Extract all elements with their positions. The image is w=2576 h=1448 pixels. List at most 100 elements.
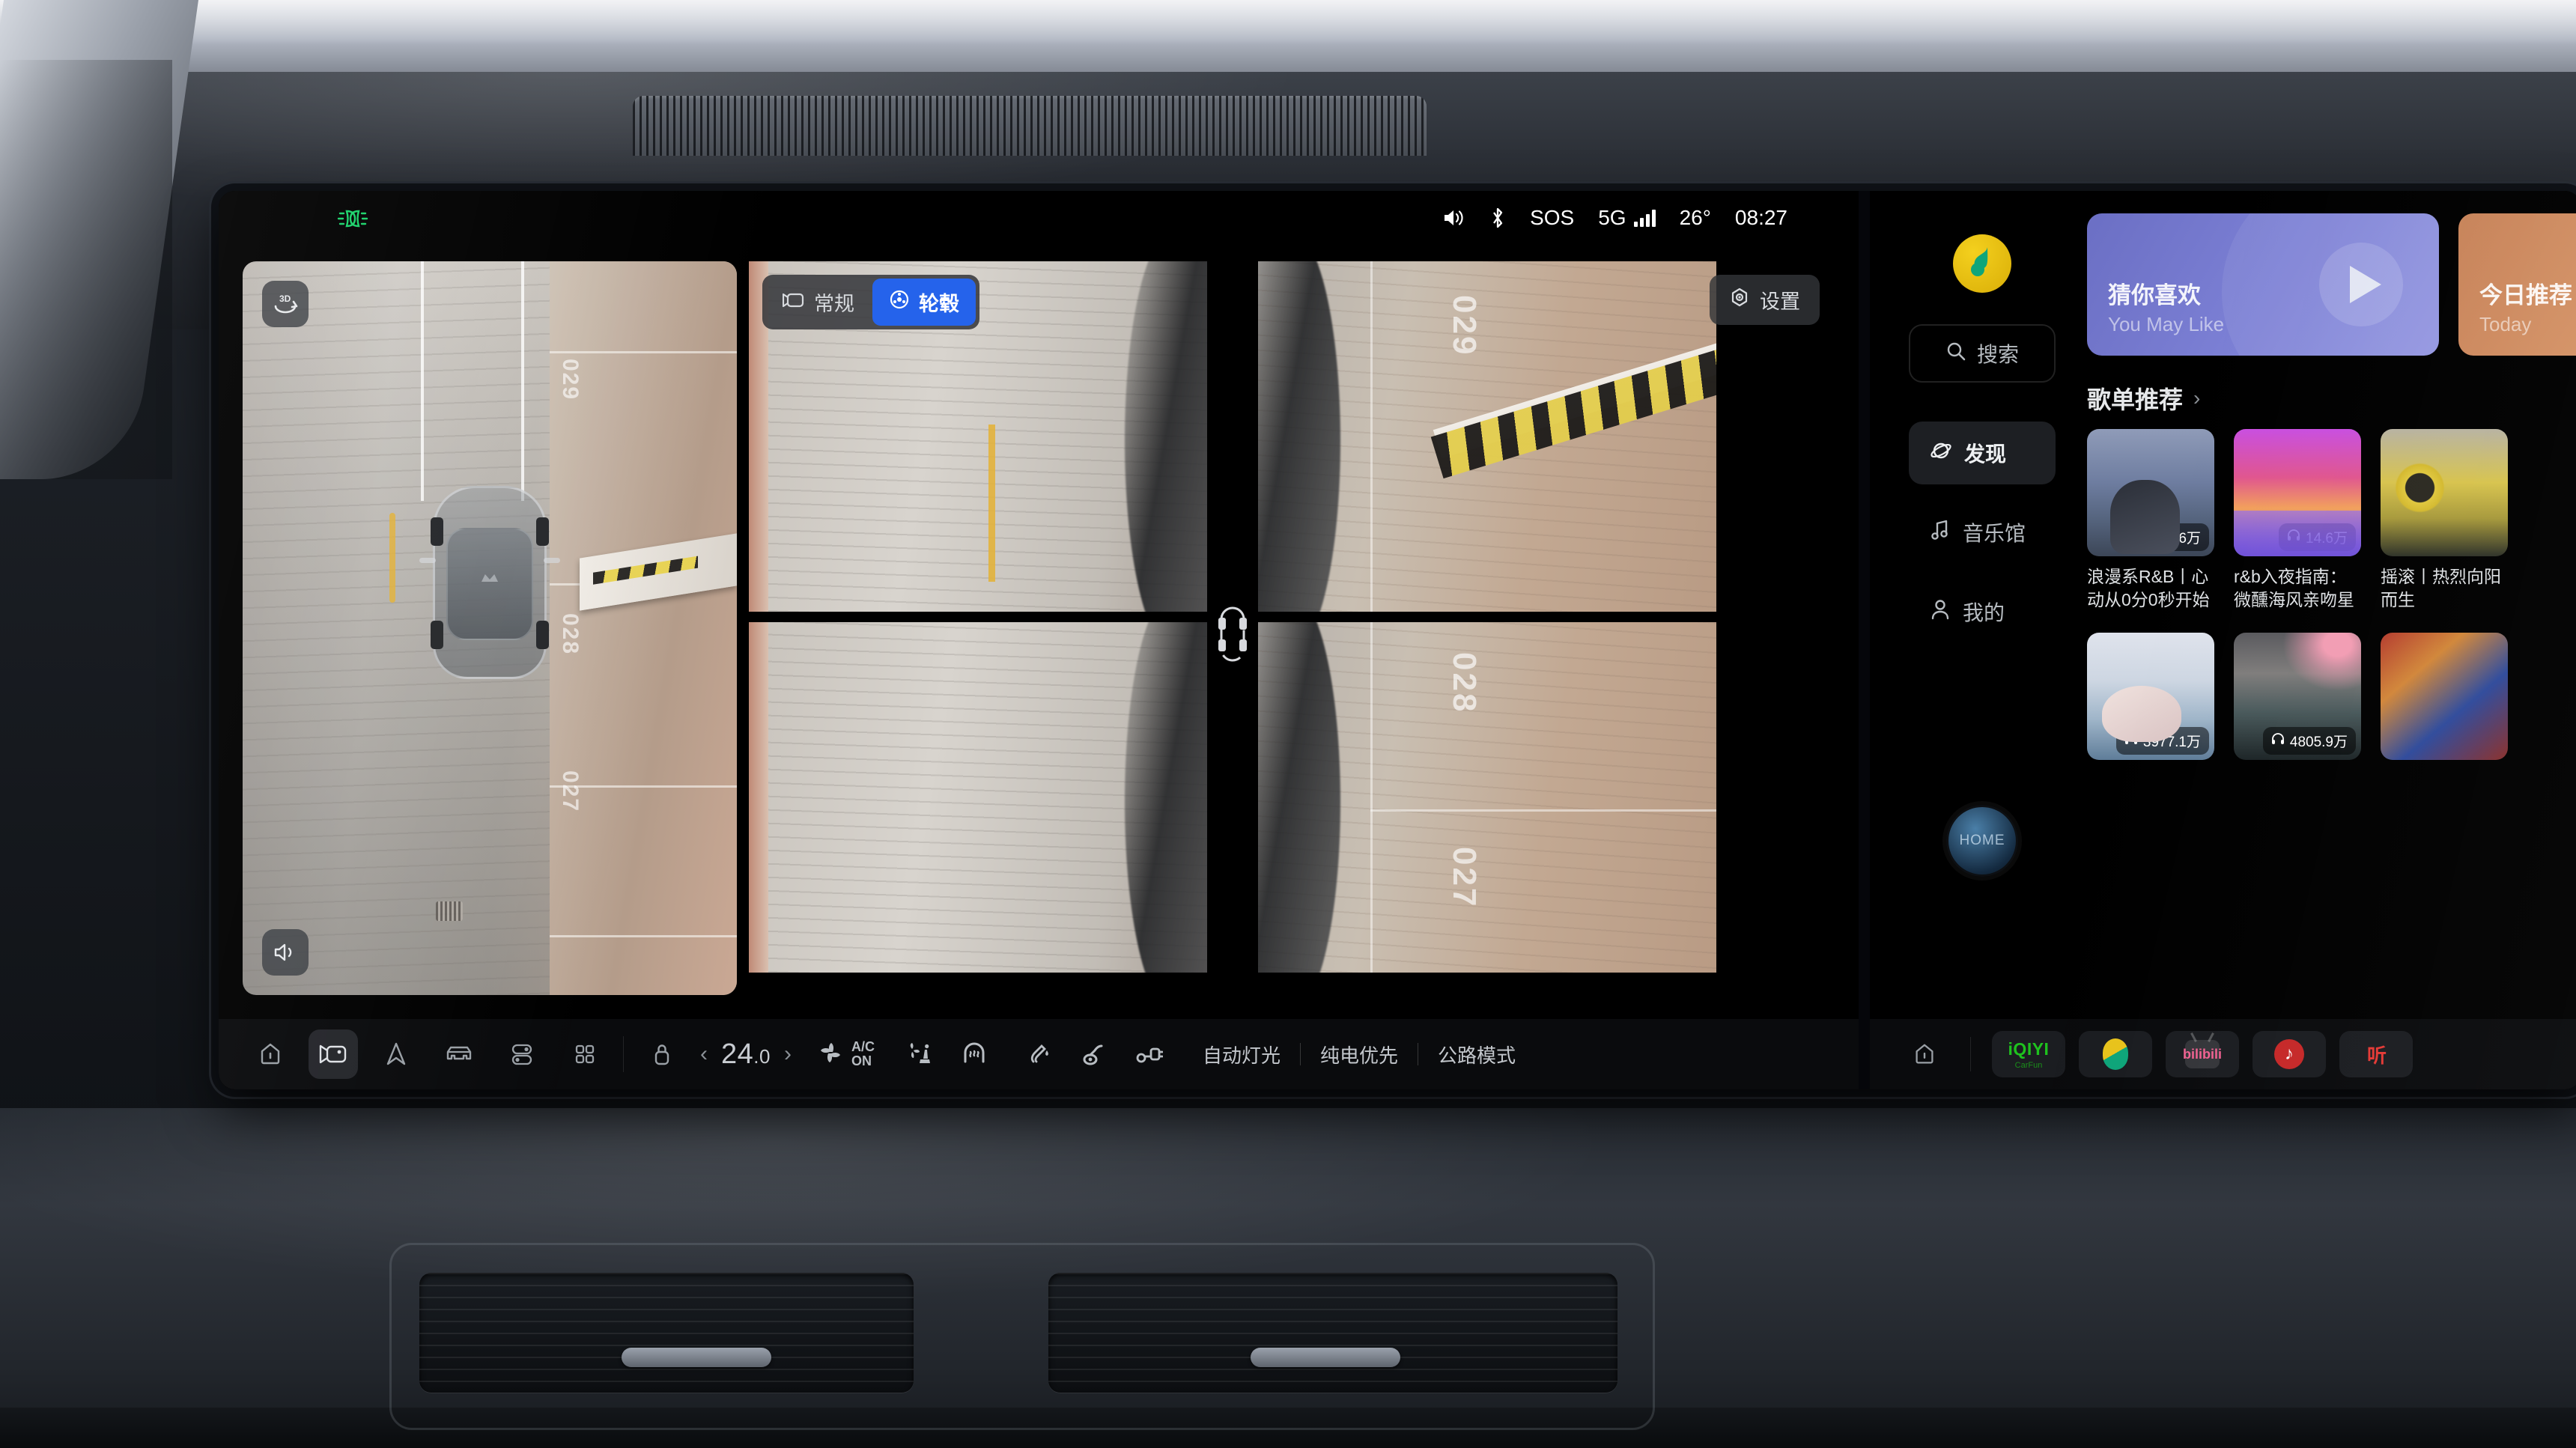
playlist-card[interactable] xyxy=(2381,633,2508,760)
now-playing-album-art[interactable]: HOME xyxy=(1946,805,2018,877)
climate-control-group: ‹ 24.0 › A/C ON xyxy=(637,1029,1173,1079)
dock-app-kugou-music[interactable]: 听 xyxy=(2339,1031,2413,1077)
signal-strength-icon xyxy=(1633,209,1656,227)
headlight-indicator-icon xyxy=(336,207,369,236)
playlist-card[interactable]: 3977.1万 xyxy=(2087,633,2214,760)
wheel-camera-rear-left[interactable] xyxy=(749,622,1207,973)
clock: 08:27 xyxy=(1734,206,1787,229)
infotainment-screen: SOS 5G 26° 08:27 029 028 027 3D 029 028 … xyxy=(219,191,2576,1089)
playlist-row-2: 3977.1万 4805.9万 xyxy=(2087,633,2576,760)
bilibili-icon: bilibili xyxy=(2183,1040,2222,1068)
sidebar-item-discover[interactable]: 发现 xyxy=(1909,422,2056,484)
playlist-card[interactable]: 4805.9万 xyxy=(2234,633,2361,760)
banner-subtitle: Today xyxy=(2479,313,2532,335)
dock-app-iqiyi[interactable]: iQIYI CarFun xyxy=(1992,1031,2065,1077)
search-input[interactable]: 搜索 xyxy=(1909,324,2056,383)
playlist-card[interactable]: 121.6万 浪漫系R&B丨心动从0分0秒开始 xyxy=(2087,429,2214,613)
car-icon[interactable] xyxy=(434,1029,484,1079)
mode-road[interactable]: 公路模式 xyxy=(1418,1041,1535,1068)
playlist-title: 摇滚丨热烈向阳而生 xyxy=(2381,567,2501,609)
volume-icon[interactable] xyxy=(1442,207,1465,228)
outside-temperature: 26° xyxy=(1679,206,1711,229)
banner-title: 猜你喜欢 xyxy=(2108,282,2201,308)
music-content: 猜你喜欢 You May Like 今日推荐 Today 歌单推荐 › 121.… xyxy=(2087,213,2576,779)
sidebar-item-music-hall[interactable]: 音乐馆 xyxy=(1909,501,2056,564)
bilibili-label: bilibili xyxy=(2183,1046,2222,1062)
fuel-icon[interactable] xyxy=(1015,1029,1065,1079)
music-nav: 发现 音乐馆 我的 xyxy=(1909,422,2056,660)
air-vent-knob-left[interactable] xyxy=(622,1348,771,1367)
windshield-glare xyxy=(0,0,2576,45)
camera-settings-button[interactable]: 设置 xyxy=(1710,275,1820,325)
dock-app-bilibili[interactable]: bilibili xyxy=(2166,1031,2239,1077)
play-count-value: 14.6万 xyxy=(2306,531,2348,547)
sidebar-item-discover-label: 发现 xyxy=(1964,442,2007,466)
playlist-card[interactable]: 14.6万 r&b入夜指南：微醺海风亲吻星滩 xyxy=(2234,429,2361,613)
banner-today-recommend[interactable]: 今日推荐 Today xyxy=(2458,213,2576,356)
tab-wheel-hub-camera[interactable]: 轮毂 xyxy=(872,279,976,326)
playlist-cover xyxy=(2381,429,2508,556)
playlist-card[interactable]: 摇滚丨热烈向阳而生 xyxy=(2381,429,2508,613)
chevron-right-icon: › xyxy=(2193,386,2201,410)
bluetooth-icon[interactable] xyxy=(1489,207,1506,229)
netease-music-icon: ♪ xyxy=(2274,1039,2304,1069)
temp-increase-button[interactable]: › xyxy=(775,1041,801,1067)
car-wheels-indicator-icon xyxy=(1207,598,1258,670)
dashboard-speaker-grille xyxy=(633,96,1427,156)
status-bar: SOS 5G 26° 08:27 xyxy=(219,191,1870,249)
seat-heater-icon[interactable] xyxy=(950,1029,999,1079)
dock-app-qq-music[interactable] xyxy=(2079,1031,2152,1077)
wheel-camera-rear-right[interactable]: 028 027 xyxy=(1258,622,1716,973)
play-count-badge: 121.6万 xyxy=(2124,523,2209,551)
charging-plug-icon[interactable] xyxy=(1123,1029,1173,1079)
play-count-value: 121.6万 xyxy=(2151,531,2201,547)
mode-ev-priority[interactable]: 纯电优先 xyxy=(1301,1041,1418,1068)
banner-you-may-like[interactable]: 猜你喜欢 You May Like xyxy=(2087,213,2439,356)
home-icon[interactable] xyxy=(246,1029,295,1079)
mode-auto-lights[interactable]: 自动灯光 xyxy=(1183,1041,1300,1068)
playlist-cover: 121.6万 xyxy=(2087,429,2214,556)
tab-normal-camera[interactable]: 常规 xyxy=(766,279,871,326)
air-vent-right xyxy=(1048,1273,1617,1393)
air-vent-knob-right[interactable] xyxy=(1251,1348,1400,1367)
nav-icon-group xyxy=(219,1029,610,1079)
wheel-camera-front-right[interactable]: 029 xyxy=(1258,261,1716,612)
playlist-section-title: 歌单推荐 xyxy=(2087,386,2184,413)
tab-wheel-hub-label: 轮毂 xyxy=(919,293,959,315)
ac-toggle-button[interactable]: A/C ON xyxy=(815,1038,875,1071)
oil-icon[interactable] xyxy=(1069,1029,1119,1079)
gear-icon xyxy=(1729,287,1750,313)
camera-sound-button[interactable] xyxy=(262,929,309,976)
playlist-row-1: 121.6万 浪漫系R&B丨心动从0分0秒开始 14.6万 r&b入夜指南：微醺… xyxy=(2087,429,2576,613)
toggles-icon[interactable] xyxy=(497,1029,547,1079)
apps-grid-icon[interactable] xyxy=(560,1029,610,1079)
navigation-icon[interactable] xyxy=(371,1029,421,1079)
iqiyi-label: iQIYI xyxy=(2008,1038,2050,1059)
play-count-badge: 4805.9万 xyxy=(2262,727,2356,755)
lock-icon[interactable] xyxy=(637,1029,687,1079)
dock-separator xyxy=(1970,1037,1971,1071)
a-pillar-shadow xyxy=(0,60,172,479)
network-type-label: 5G xyxy=(1598,206,1626,229)
parking-stall-number: 029 xyxy=(557,359,583,401)
wheel-camera-quad-view: 029 028 027 常规 轮毂 设置 xyxy=(749,261,1835,995)
view-3d-toggle-button[interactable]: 3D xyxy=(262,281,309,327)
display-split-gap xyxy=(1859,191,1871,1089)
home-icon[interactable] xyxy=(1900,1029,1949,1079)
seat-airflow-icon[interactable] xyxy=(896,1029,945,1079)
camera-icon[interactable] xyxy=(309,1029,358,1079)
qq-music-icon xyxy=(2103,1038,2128,1070)
music-note-icon xyxy=(1930,519,1951,547)
parking-stall-number: 027 xyxy=(1446,847,1483,909)
parking-stall-number: 029 xyxy=(1446,295,1483,357)
dock-app-netease-music[interactable]: ♪ xyxy=(2253,1031,2326,1077)
sidebar-item-mine[interactable]: 我的 xyxy=(1909,580,2056,643)
sos-label[interactable]: SOS xyxy=(1530,206,1574,230)
search-icon xyxy=(1945,341,1966,367)
play-icon[interactable] xyxy=(2319,243,2403,326)
parking-stall-number: 027 xyxy=(557,770,583,813)
birdseye-view[interactable]: 029 028 027 3D xyxy=(243,261,737,995)
vehicle-top-view xyxy=(419,486,560,679)
playlist-section-header[interactable]: 歌单推荐 › xyxy=(2087,381,2576,416)
temp-decrease-button[interactable]: ‹ xyxy=(691,1041,717,1067)
